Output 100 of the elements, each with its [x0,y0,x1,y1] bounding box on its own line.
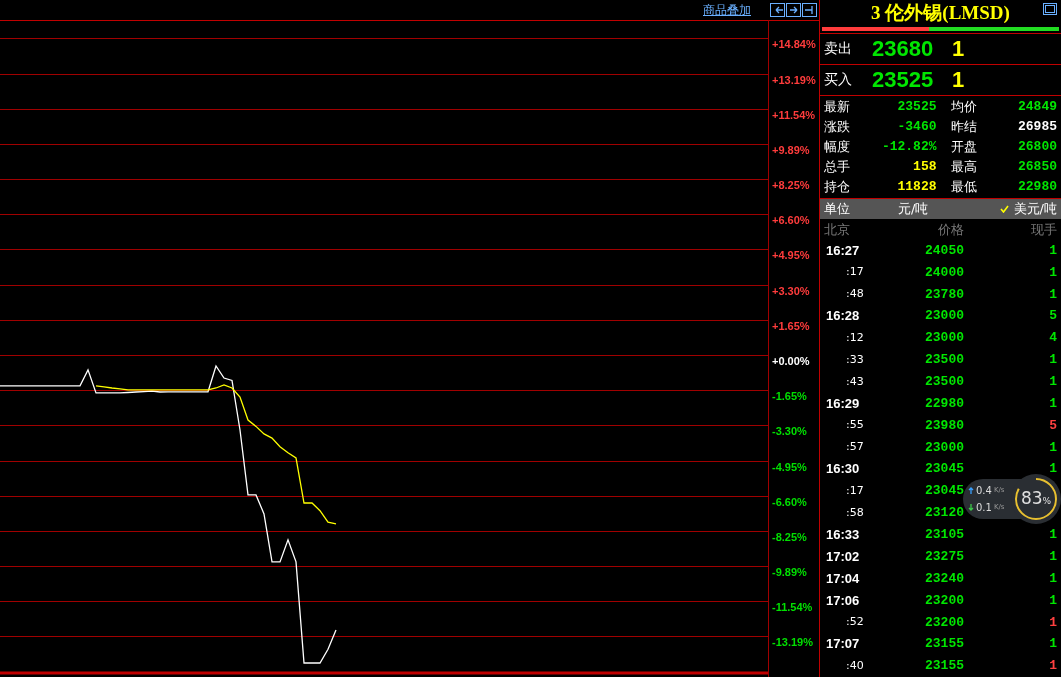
tick-price: 22980 [924,394,964,413]
axis-label: -8.25% [772,531,807,544]
column-header: 北京 [824,220,851,239]
stat-value: 22980 [1018,178,1057,197]
checkbox-label: 美元/吨 [1013,200,1057,219]
axis-label: -9.89% [772,566,807,579]
tick-time: 17:04 [825,569,861,588]
tick-price: 23000 [924,307,964,326]
stat-label: 最新 [824,98,850,117]
tick-time: 16:33 [825,526,861,545]
stat-label: 均价 [950,98,977,117]
up-arrow-icon [968,486,974,495]
tick-price: 24050 [924,241,964,260]
stat-label: 幅度 [824,138,850,157]
stat-value: 26800 [1018,138,1057,157]
usage-percent: 83 [1020,487,1043,511]
unit-value: 元/吨 [898,200,929,219]
tick-price: 23155 [924,657,964,676]
tick-price: 24000 [924,263,964,282]
stat-value: 26850 [1018,158,1057,177]
tick-volume: 1 [1048,591,1057,610]
tick-time: 17:06 [825,591,861,610]
overlay-link[interactable]: 商品叠加 [703,1,751,19]
tick-price: 23780 [924,285,964,304]
tick-price: 23240 [924,569,964,588]
stat-value: -12.82% [881,138,937,157]
stat-label: 涨跌 [824,118,850,137]
left-arrow-button[interactable] [770,3,785,17]
column-header: 现手 [1030,220,1057,239]
axis-label: +6.60% [772,214,810,227]
unit-label: 单位 [824,200,851,219]
tick-volume: 5 [1048,307,1057,326]
right-arrow-icon [787,5,800,15]
tick-volume: 1 [1048,635,1057,654]
sell-volume: 1 [952,35,965,64]
tick-volume: 1 [1048,613,1057,632]
upload-speed: 0.4 [976,484,992,498]
buy-label: 买入 [824,70,853,90]
tick-price: 23000 [924,329,964,348]
stat-value: 11828 [897,178,937,197]
tick-volume: 1 [1048,460,1057,479]
tick-volume: 1 [1048,263,1057,282]
axis-label: +9.89% [772,144,810,157]
sell-price: 23680 [872,35,935,64]
tick-time: 16:30 [825,460,861,479]
axis-label: +8.25% [772,179,810,192]
split-panel-button[interactable] [802,3,817,17]
axis-label: +3.30% [772,285,810,298]
split-panel-icon [803,5,816,15]
axis-label: -13.19% [772,636,813,649]
tick-price: 23275 [924,547,964,566]
tick-volume: 1 [1048,394,1057,413]
tick-volume: 1 [1048,526,1057,545]
tick-volume: 1 [1048,657,1057,676]
tick-time: :58 [845,504,865,521]
tick-price: 23045 [924,460,964,479]
right-arrow-button[interactable] [786,3,801,17]
column-header: 价格 [937,220,964,239]
axis-label: -3.30% [772,425,807,438]
tick-price: 23980 [924,416,964,435]
tick-volume: 1 [1048,438,1057,457]
axis-label: -11.54% [772,601,813,614]
tick-time: :57 [845,439,865,456]
tick-time: :55 [845,417,865,434]
stat-label: 总手 [824,158,850,177]
tick-time: :33 [845,351,865,368]
stat-value: 24849 [1018,98,1057,117]
tick-price: 23120 [924,504,964,523]
tick-time: 17:07 [825,635,861,654]
tick-price: 23155 [924,635,964,654]
tick-volume: 1 [1048,241,1057,260]
tick-time: 16:28 [825,307,861,326]
maximize-button[interactable] [1043,3,1057,15]
stat-value: -3460 [897,118,937,137]
stat-label: 开盘 [950,138,977,157]
stat-value: 26985 [1018,118,1057,137]
stat-label: 昨结 [950,118,977,137]
tick-price: 23000 [924,438,964,457]
tick-price: 23045 [924,482,964,501]
tick-price: 23200 [924,613,964,632]
stat-label: 最低 [950,178,977,197]
tick-time: :17 [845,264,865,281]
sell-label: 卖出 [824,39,853,59]
axis-label: -4.95% [772,461,807,474]
percent-sign: % [1042,496,1052,509]
buy-volume: 1 [952,66,965,95]
tick-volume: 1 [1048,373,1057,392]
buy-price: 23525 [872,66,935,95]
tick-time: :52 [845,614,865,630]
checkbox[interactable] [999,204,1010,214]
tick-volume: 5 [1048,416,1057,435]
axis-label: +1.65% [772,320,810,333]
instrument-title: 3 伦外锡(LMSD) [871,1,1010,26]
download-speed: 0.1 [976,501,992,515]
tick-volume: 1 [1048,569,1057,588]
tick-volume: 1 [1048,351,1057,370]
stat-value: 158 [913,158,937,177]
tick-volume: 1 [1048,547,1057,566]
stat-label: 最高 [950,158,977,177]
axis-label: -1.65% [772,390,807,403]
